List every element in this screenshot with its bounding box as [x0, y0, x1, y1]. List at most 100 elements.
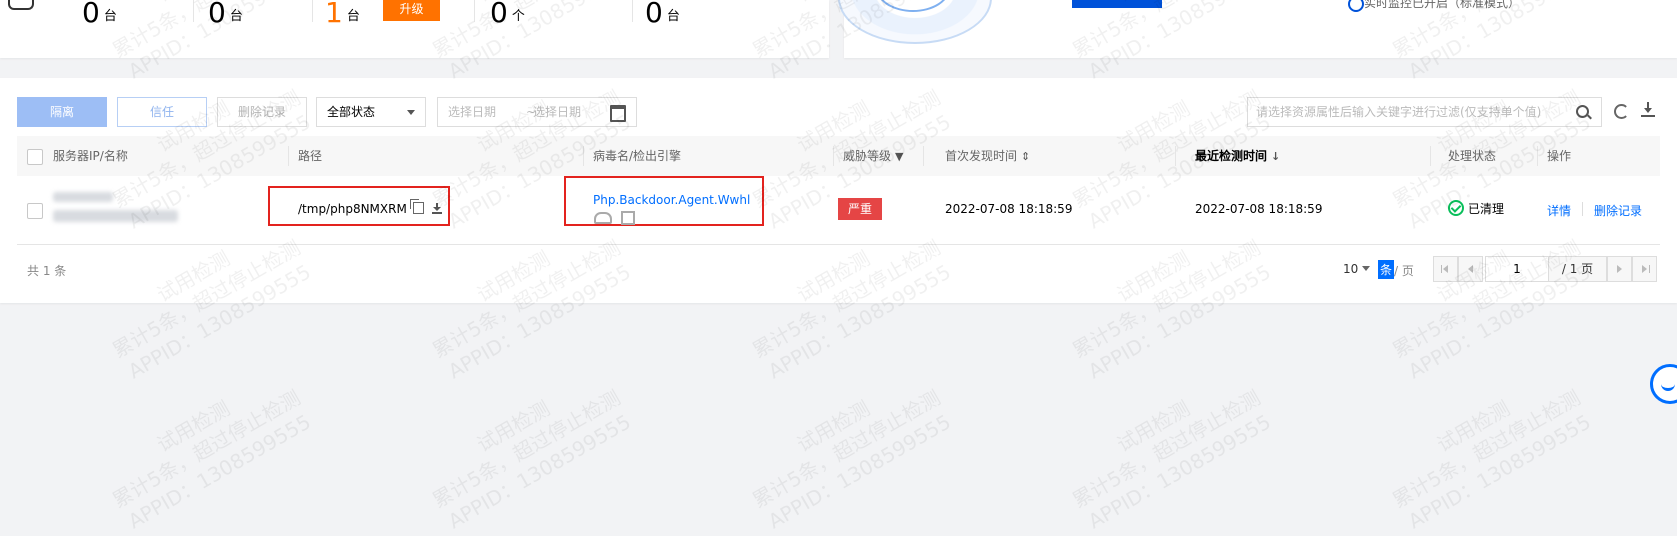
page-number-input[interactable]: 1	[1485, 256, 1549, 282]
select-all-checkbox[interactable]	[27, 149, 43, 165]
date-end-field[interactable]: 选择日期	[533, 98, 581, 126]
chevron-down-icon	[1362, 266, 1371, 271]
first-page-button[interactable]	[1433, 256, 1458, 282]
col-first-found-label: 首次发现时间	[945, 149, 1018, 163]
watermark-text: APPID：1308599555	[764, 409, 955, 534]
total-count: 共 1 条	[27, 264, 67, 278]
watermark-text: 累计5条，超过停止检测	[1068, 385, 1265, 513]
col-virus: 病毒名/检出引擎	[593, 149, 682, 163]
last-page-button[interactable]	[1632, 256, 1657, 282]
column-divider	[583, 146, 584, 166]
file-path-text: /tmp/php8NMXRM	[298, 202, 407, 216]
stat-value: 1	[325, 0, 343, 29]
customer-service-button[interactable]	[1650, 364, 1677, 404]
threat-level-badge: 严重	[838, 198, 882, 220]
server-ip-redacted[interactable]	[53, 192, 113, 202]
pagination-bar: 共 1 条 10 条 / 页 1 / 1 页	[0, 244, 1677, 294]
file-path: /tmp/php8NMXRM	[298, 199, 442, 216]
refresh-icon[interactable]	[1614, 104, 1629, 119]
column-divider	[1430, 146, 1431, 166]
first-found-time: 2022-07-08 18:18:59	[945, 202, 1073, 216]
watermark-text: 试用检测	[1432, 396, 1515, 457]
upgrade-button[interactable]: 升级	[383, 0, 440, 21]
stat-divider	[474, 0, 475, 22]
protection-panel: 实时监控已开启（标准模式）	[838, 0, 1677, 58]
stat-unit: 台	[666, 9, 680, 24]
local-engine-icon	[621, 211, 635, 225]
row-checkbox[interactable]	[27, 203, 43, 219]
next-page-button[interactable]	[1607, 256, 1632, 282]
check-circle-icon	[1448, 200, 1464, 216]
col-server: 服务器IP/名称	[53, 149, 128, 163]
watermark-text: 试用检测	[792, 396, 875, 457]
detail-link[interactable]: 详情	[1547, 202, 1571, 219]
watermark-text: 试用检测	[472, 396, 555, 457]
stat-value: 0	[490, 0, 508, 29]
col-first-found[interactable]: 首次发现时间 ⇕	[945, 136, 1030, 176]
virus-name-link[interactable]: Php.Backdoor.Agent.Wwhl	[593, 193, 750, 207]
stat-1: 0台	[82, 0, 117, 29]
search-icon[interactable]	[1576, 105, 1589, 118]
col-threat-label: 威胁等级	[843, 149, 892, 163]
search-input[interactable]	[1256, 102, 1566, 122]
stats-panel: 0台 0台 1台 升级 0个 0台	[0, 0, 829, 58]
sort-desc-icon[interactable]: ↓	[1271, 137, 1280, 177]
stat-value: 0	[82, 0, 100, 29]
calendar-icon[interactable]	[610, 105, 626, 122]
status-filter-select[interactable]: 全部状态	[316, 97, 426, 127]
watermark-text: 试用检测	[1112, 396, 1195, 457]
last-scan-time: 2022-07-08 18:18:59	[1195, 202, 1323, 216]
stat-divider	[632, 0, 633, 22]
watermark: 试用检测累计5条，超过停止检测APPID：1308599555	[95, 362, 318, 536]
delete-record-link[interactable]: 删除记录	[1594, 202, 1642, 219]
watermark-text: 累计5条，超过停止检测	[748, 385, 945, 513]
watermark: 试用检测累计5条，超过停止检测APPID：1308599555	[1375, 362, 1598, 536]
stat-unit: 台	[103, 9, 117, 24]
search-box[interactable]	[1247, 97, 1602, 127]
table-header: 服务器IP/名称 路径 病毒名/检出引擎 威胁等级 ▼ 首次发现时间 ⇕ 最近检测时…	[17, 136, 1660, 177]
stat-unit: 台	[229, 9, 243, 24]
col-last-scan[interactable]: 最近检测时间 ↓	[1195, 136, 1280, 176]
download-icon[interactable]	[1641, 102, 1655, 118]
stat-5: 0台	[645, 0, 680, 29]
col-status: 处理状态	[1448, 149, 1497, 163]
stat-4: 0个	[490, 0, 525, 29]
stat-unit: 台	[346, 9, 360, 24]
watermark: 试用检测累计5条，超过停止检测APPID：1308599555	[415, 362, 638, 536]
stat-unit: 个	[511, 9, 525, 24]
stat-value: 0	[208, 0, 226, 29]
watermark-text: 累计5条，超过停止检测	[428, 385, 625, 513]
status-filter-value: 全部状态	[327, 105, 376, 119]
col-last-scan-label: 最近检测时间	[1195, 149, 1268, 163]
col-threat[interactable]: 威胁等级 ▼	[843, 136, 903, 176]
prev-page-button[interactable]	[1458, 256, 1483, 282]
watermark-text: 试用检测	[152, 396, 235, 457]
download-icon[interactable]	[431, 203, 442, 214]
page-size-select[interactable]: 10	[1343, 262, 1371, 276]
delete-records-button[interactable]: 删除记录	[217, 97, 307, 127]
watermark-text: 累计5条，超过停止检测	[1388, 385, 1585, 513]
watermark-text: APPID：1308599555	[124, 409, 315, 534]
isolate-button[interactable]: 隔离	[17, 97, 107, 127]
date-start-field[interactable]: 选择日期	[448, 98, 496, 126]
stat-divider	[312, 0, 313, 22]
col-path: 路径	[298, 149, 323, 163]
table-row: /tmp/php8NMXRM Php.Backdoor.Agent.Wwhl 严…	[17, 176, 1660, 245]
page-size-suffix: / 页	[1394, 264, 1414, 278]
watermark-text: 累计5条，超过停止检测	[108, 385, 305, 513]
trust-button[interactable]: 信任	[117, 97, 207, 127]
scan-button[interactable]	[1072, 0, 1162, 8]
action-divider	[1582, 202, 1583, 216]
watermark: 试用检测累计5条，超过停止检测APPID：1308599555	[735, 362, 958, 536]
date-range-picker[interactable]: 选择日期 ~ 选择日期	[437, 97, 637, 127]
watermark-text: APPID：1308599555	[1404, 409, 1595, 534]
virus-list-panel: 隔离 信任 删除记录 全部状态 选择日期 ~ 选择日期 服务器IP/名称 路径 …	[0, 78, 1677, 303]
page-size-unit: 条	[1378, 260, 1395, 279]
watermark-text: APPID：1308599555	[1084, 409, 1275, 534]
copy-icon[interactable]	[409, 199, 424, 214]
filter-icon[interactable]: ▼	[895, 137, 903, 177]
sort-icon[interactable]: ⇕	[1021, 137, 1030, 177]
monitor-status-text[interactable]: 实时监控已开启（标准模式）	[1364, 0, 1520, 11]
column-divider	[288, 146, 289, 166]
total-pages: / 1 页	[1549, 256, 1607, 282]
